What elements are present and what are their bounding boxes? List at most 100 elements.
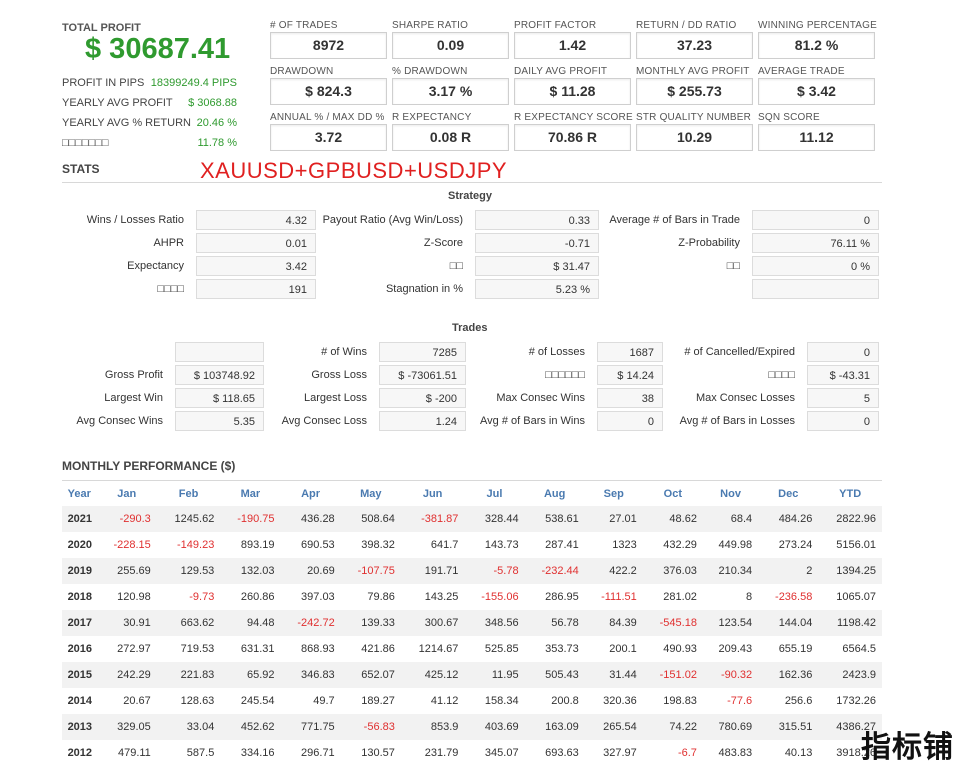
monthly-value-cell: 771.75 (280, 714, 341, 740)
metric-value: $ 824.3 (270, 78, 387, 105)
summary-row-value: $ 3068.88 (188, 97, 237, 109)
metric-value: 0.08 R (392, 124, 509, 151)
strategy-label: Expectancy (127, 260, 184, 272)
monthly-value-cell: 20.67 (123, 695, 151, 707)
monthly-value-cell: 265.54 (584, 714, 643, 740)
monthly-value-cell: 1198.42 (818, 610, 882, 636)
monthly-year-cell: 2020 (67, 539, 93, 551)
monthly-value-cell: 868.93 (301, 643, 335, 655)
monthly-value-cell: 329.05 (96, 714, 157, 740)
monthly-value-cell: 587.5 (186, 747, 215, 759)
strategy-label: □□□□ (157, 283, 184, 295)
monthly-header-apr: Apr (301, 488, 321, 500)
metric-label: MONTHLY AVG PROFIT (636, 66, 750, 77)
monthly-value-cell: 144.04 (758, 610, 819, 636)
trades-label: Avg Consec Loss (281, 415, 367, 427)
metric-value: 8972 (270, 32, 387, 59)
monthly-value-cell: -9.73 (189, 591, 215, 603)
metric-label: WINNING PERCENTAGE (758, 20, 877, 31)
trades-label: Max Consec Losses (695, 392, 795, 404)
metric-label: DRAWDOWN (270, 66, 334, 77)
monthly-value-cell: 1394.25 (818, 558, 882, 584)
summary-row-label: □□□□□□□ (62, 137, 109, 149)
monthly-value-cell: 508.64 (340, 506, 401, 532)
strategy-label: Payout Ratio (Avg Win/Loss) (322, 214, 463, 226)
strategy-label: Z-Score (423, 237, 463, 249)
monthly-value-cell: 780.69 (702, 714, 759, 740)
monthly-value-cell: 538.61 (524, 506, 585, 532)
monthly-value-cell: 128.63 (180, 695, 215, 707)
metric-label: SQN SCORE (758, 112, 820, 123)
monthly-title: MONTHLY PERFORMANCE ($) (62, 459, 236, 473)
monthly-value-cell: 1214.67 (418, 643, 459, 655)
metric-label: AVERAGE TRADE (758, 66, 845, 77)
monthly-year-cell: 2013 (62, 714, 97, 740)
monthly-value-cell: 231.79 (424, 747, 459, 759)
monthly-year-cell: 2018 (67, 591, 93, 603)
monthly-value-cell: 421.86 (361, 643, 395, 655)
metric-value: 70.86 R (514, 124, 631, 151)
monthly-value-cell: 5156.01 (836, 539, 876, 551)
monthly-row: 2021 -290.3 1245.62 -190.75 436.28 508.64 -381… (62, 506, 882, 532)
monthly-value-cell: 315.51 (758, 714, 819, 740)
monthly-value-cell: 690.53 (301, 539, 335, 551)
metric-value: 81.2 % (758, 32, 875, 59)
metric-value: 11.12 (758, 124, 875, 151)
strategy-value: 0 (752, 210, 879, 230)
total-profit-value: $ 30687.41 (85, 33, 231, 65)
monthly-value-cell: 200.1 (609, 643, 637, 655)
monthly-value-cell: 245.54 (240, 695, 275, 707)
monthly-value-cell: 300.67 (400, 610, 465, 636)
monthly-value-cell: 893.19 (240, 539, 275, 551)
monthly-divider (62, 480, 882, 481)
trades-label: □□□□ (768, 369, 795, 381)
monthly-value-cell: 422.2 (584, 558, 643, 584)
monthly-year-cell: 2014 (67, 695, 93, 707)
monthly-value-cell: 397.03 (301, 591, 335, 603)
monthly-value-cell: 132.03 (220, 558, 281, 584)
trades-value: 0 (807, 411, 879, 431)
monthly-value-cell: 345.07 (484, 747, 519, 759)
monthly-value-cell: -111.51 (601, 591, 637, 603)
monthly-year-cell: 2017 (62, 610, 97, 636)
monthly-value-cell: 425.12 (400, 662, 465, 688)
monthly-header-mar: Mar (240, 488, 261, 500)
monthly-value-cell: 631.31 (240, 643, 275, 655)
monthly-value-cell: 273.24 (778, 539, 813, 551)
monthly-value-cell: 143.73 (484, 539, 519, 551)
monthly-value-cell: 452.62 (220, 714, 281, 740)
monthly-value-cell: 27.01 (584, 506, 643, 532)
monthly-value-cell: 49.7 (313, 695, 335, 707)
monthly-value-cell: 376.03 (642, 558, 703, 584)
monthly-value-cell: 1245.62 (156, 506, 221, 532)
monthly-value-cell: 525.85 (484, 643, 519, 655)
monthly-value-cell: 296.71 (301, 747, 335, 759)
metric-value: 3.17 % (392, 78, 509, 105)
monthly-value-cell: 6564.5 (842, 643, 876, 655)
monthly-value-cell: 139.33 (340, 610, 401, 636)
monthly-value-cell: 479.11 (117, 747, 151, 759)
monthly-header-aug: Aug (543, 488, 566, 500)
monthly-value-cell: -56.83 (340, 714, 401, 740)
trades-label: Gross Loss (311, 369, 367, 381)
monthly-header-jan: Jan (117, 488, 137, 500)
strategy-label: Wins / Losses Ratio (86, 214, 184, 226)
trades-label: Max Consec Wins (496, 392, 585, 404)
strategy-value (752, 279, 879, 299)
monthly-value-cell: 31.44 (584, 662, 643, 688)
metric-label: # OF TRADES (270, 20, 338, 31)
monthly-value-cell: 8 (746, 591, 753, 603)
strategy-label: Z-Probability (678, 237, 740, 249)
monthly-value-cell: 2 (758, 558, 819, 584)
monthly-value-cell: -77.6 (727, 695, 753, 707)
monthly-value-cell: 162.36 (758, 662, 819, 688)
monthly-row: 2019 255.69 129.53 132.03 20.69 -107.75 191.71… (62, 558, 882, 584)
monthly-value-cell: 94.48 (220, 610, 281, 636)
monthly-header-row: Year Jan Feb Mar Apr May Jun Jul Aug Sep Oct Nov Dec… (62, 482, 882, 506)
monthly-value-cell: 79.86 (367, 591, 395, 603)
monthly-value-cell: 189.27 (361, 695, 395, 707)
trades-label: # of Cancelled/Expired (684, 346, 795, 358)
trades-value: 0 (807, 342, 879, 362)
monthly-value-cell: 2822.96 (818, 506, 882, 532)
monthly-value-cell: 242.29 (96, 662, 157, 688)
